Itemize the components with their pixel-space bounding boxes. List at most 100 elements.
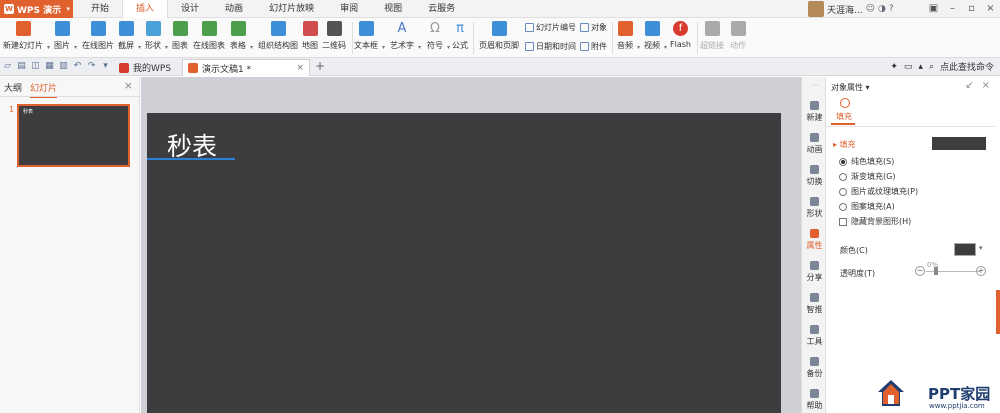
menu-tab[interactable]: 设计 bbox=[168, 0, 212, 18]
textbox-button[interactable]: 文本框 ▾ bbox=[354, 21, 385, 51]
header-footer-button[interactable]: 页眉和页脚 bbox=[479, 21, 519, 51]
radio-solid-fill[interactable] bbox=[839, 157, 847, 166]
formula-button[interactable]: π 公式 bbox=[452, 21, 468, 51]
search-command-input[interactable]: 点此查找命令 bbox=[940, 60, 994, 73]
export-pdf-icon[interactable]: ◫ bbox=[31, 61, 40, 71]
undo-icon[interactable]: ↶ bbox=[73, 61, 82, 71]
chevron-down-icon[interactable]: ▾ bbox=[979, 244, 983, 252]
menu-tab[interactable]: 动画 bbox=[212, 0, 256, 18]
option-picture-fill[interactable]: 图片或纹理填充(P) bbox=[839, 186, 918, 197]
strip-menu-icon[interactable]: ··· bbox=[811, 81, 819, 90]
checkbox-hide-background[interactable] bbox=[839, 217, 847, 226]
chevron-down-icon[interactable]: ▾ bbox=[74, 44, 77, 51]
close-panel-icon[interactable]: × bbox=[124, 79, 133, 92]
chevron-down-icon[interactable]: ▾ bbox=[165, 44, 168, 51]
video-button[interactable]: 视频 ▾ bbox=[644, 21, 667, 51]
org-chart-button[interactable]: 组织结构图 bbox=[258, 21, 298, 51]
object-button[interactable]: 对象 bbox=[580, 22, 607, 33]
hyperlink-button[interactable]: 超链接 bbox=[700, 21, 724, 51]
new-tab-button[interactable]: + bbox=[315, 59, 325, 73]
avatar[interactable] bbox=[808, 1, 824, 17]
menu-tab[interactable]: 幻灯片放映 bbox=[256, 0, 327, 18]
dock-icon[interactable]: ↙ bbox=[965, 80, 973, 91]
slide[interactable]: 秒表 bbox=[147, 113, 781, 413]
minimize-icon[interactable]: – bbox=[943, 0, 962, 18]
side-strip-item[interactable]: 动画 bbox=[802, 133, 827, 155]
print-preview-icon[interactable]: ▥ bbox=[59, 61, 68, 71]
pane-title[interactable]: 对象属性 ▾ bbox=[831, 82, 870, 93]
maximize-icon[interactable]: ▫ bbox=[962, 0, 981, 18]
tab-document[interactable]: 演示文稿1 * × bbox=[182, 59, 310, 76]
open-icon[interactable]: ▱ bbox=[3, 61, 12, 71]
color-picker[interactable] bbox=[954, 243, 976, 256]
option-gradient-fill[interactable]: 渐变填充(G) bbox=[839, 171, 895, 182]
close-icon[interactable]: × bbox=[981, 0, 1000, 18]
chevron-down-icon[interactable]: ▾ bbox=[138, 44, 141, 51]
map-button[interactable]: 地图 bbox=[302, 21, 318, 51]
customize-icon[interactable]: ▾ bbox=[101, 61, 110, 71]
datetime-button[interactable]: 日期和时间 bbox=[525, 41, 576, 52]
slide-thumbnail[interactable]: 秒表 bbox=[17, 104, 130, 167]
chart-button[interactable]: 图表 bbox=[172, 21, 188, 51]
side-strip-item[interactable]: 形状 bbox=[802, 197, 827, 219]
side-strip-item[interactable]: 备份 bbox=[802, 357, 827, 379]
chevron-down-icon[interactable]: ▾ bbox=[418, 44, 421, 51]
menu-tab[interactable]: 开始 bbox=[78, 0, 122, 18]
menu-tab[interactable]: 云服务 bbox=[415, 0, 468, 18]
collapse-ribbon-icon[interactable]: ▭ bbox=[904, 62, 913, 72]
tab-fill[interactable]: 填充 bbox=[836, 111, 852, 122]
symbol-button[interactable]: Ω 符号 ▾ bbox=[427, 21, 450, 51]
side-strip-item[interactable]: 属性 bbox=[802, 229, 827, 251]
side-strip-item[interactable]: 智推 bbox=[802, 293, 827, 315]
online-chart-button[interactable]: 在线图表 bbox=[193, 21, 225, 51]
fill-tab-icon[interactable] bbox=[840, 98, 850, 108]
side-strip-item[interactable]: 切换 bbox=[802, 165, 827, 187]
close-pane-icon[interactable]: × bbox=[982, 80, 990, 91]
decrease-icon[interactable]: − bbox=[915, 266, 925, 276]
screenshot-button[interactable]: 截屏 ▾ bbox=[118, 21, 141, 51]
ribbon-options-icon[interactable]: ▴ bbox=[918, 62, 923, 72]
slide-number-button[interactable]: 幻灯片编号 bbox=[525, 22, 576, 33]
side-strip-item[interactable]: 新建 bbox=[802, 101, 827, 123]
side-strip-item[interactable]: 工具 bbox=[802, 325, 827, 347]
fill-section-header[interactable]: ▸ 填充 bbox=[833, 139, 856, 150]
radio-pattern-fill[interactable] bbox=[839, 202, 847, 211]
picture-button[interactable]: 图片 ▾ bbox=[54, 21, 77, 51]
option-pattern-fill[interactable]: 图案填充(A) bbox=[839, 201, 895, 212]
redo-icon[interactable]: ↷ bbox=[87, 61, 96, 71]
side-strip-item[interactable]: 分享 bbox=[802, 261, 827, 283]
menu-tab[interactable]: 审阅 bbox=[327, 0, 371, 18]
table-button[interactable]: 表格 ▾ bbox=[230, 21, 253, 51]
chevron-down-icon[interactable]: ▾ bbox=[47, 44, 50, 51]
chevron-down-icon[interactable]: ▾ bbox=[664, 44, 667, 51]
pin-icon[interactable]: ✦ bbox=[890, 62, 898, 72]
audio-button[interactable]: 音频 ▾ bbox=[617, 21, 640, 51]
qrcode-button[interactable]: 二维码 bbox=[322, 21, 346, 51]
shape-button[interactable]: 形状 ▾ bbox=[145, 21, 168, 51]
flash-button[interactable]: f Flash bbox=[670, 21, 691, 49]
save-icon[interactable]: ▤ bbox=[17, 61, 26, 71]
help-icon[interactable]: ? bbox=[889, 4, 894, 14]
chevron-down-icon[interactable]: ▾ bbox=[637, 44, 640, 51]
chevron-down-icon[interactable]: ▾ bbox=[382, 44, 385, 51]
menu-tab[interactable]: 插入 bbox=[122, 0, 169, 18]
print-icon[interactable]: ▦ bbox=[45, 61, 54, 71]
menu-tab[interactable]: 视图 bbox=[371, 0, 415, 18]
user-name[interactable]: 天涯海... bbox=[827, 3, 863, 16]
new-slide-button[interactable]: 新建幻灯片 ▾ bbox=[3, 21, 50, 51]
chevron-down-icon[interactable]: ▾ bbox=[250, 44, 253, 51]
app-menu-button[interactable]: W WPS 演示 ▾ bbox=[0, 0, 73, 18]
user-menu-icon[interactable]: ☺ bbox=[866, 4, 875, 14]
radio-picture-fill[interactable] bbox=[839, 187, 847, 196]
radio-gradient-fill[interactable] bbox=[839, 172, 847, 181]
option-solid-fill[interactable]: 纯色填充(S) bbox=[839, 156, 894, 167]
wordart-button[interactable]: A 艺术字 ▾ bbox=[390, 21, 421, 51]
close-tab-icon[interactable]: × bbox=[296, 63, 304, 73]
side-strip-item[interactable]: 帮助 bbox=[802, 389, 827, 411]
chevron-down-icon[interactable]: ▾ bbox=[447, 44, 450, 51]
attachment-button[interactable]: 附件 bbox=[580, 41, 607, 52]
tab-my-wps[interactable]: 我的WPS bbox=[114, 59, 178, 76]
online-picture-button[interactable]: 在线图片 bbox=[82, 21, 114, 51]
settings-icon[interactable]: ▣ bbox=[924, 0, 943, 18]
increase-icon[interactable]: + bbox=[976, 266, 986, 276]
